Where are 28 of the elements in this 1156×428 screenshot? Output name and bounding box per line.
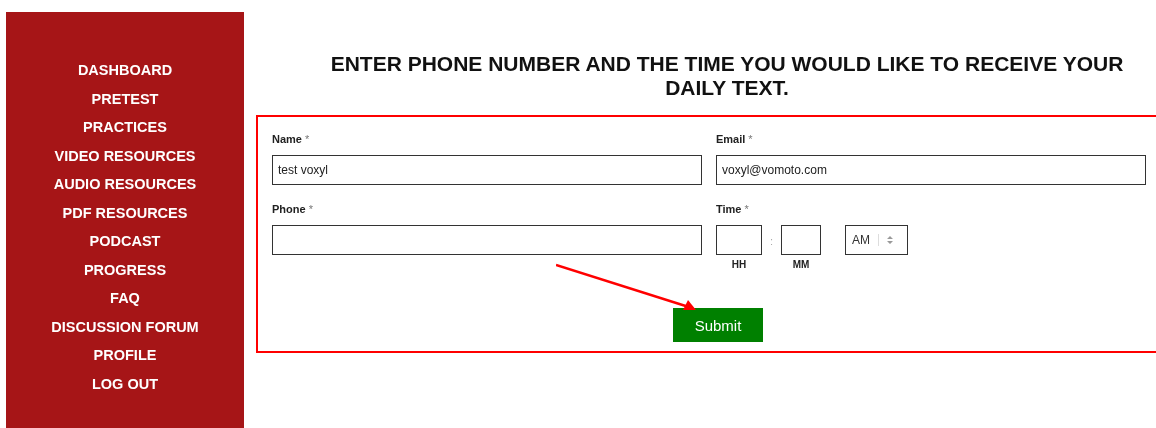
sidebar-link[interactable]: VIDEO RESOURCES: [54, 141, 196, 170]
stepper-icon: [878, 234, 896, 246]
field-label: Name *: [272, 133, 311, 147]
period-select[interactable]: AM: [845, 225, 909, 255]
name-field[interactable]: test voxyl: [272, 155, 702, 185]
sidebar-link[interactable]: DASHBOARD: [77, 56, 173, 85]
field-label: Time *: [716, 203, 750, 217]
sidebar-link[interactable]: PRETEST: [91, 84, 159, 113]
submit-button[interactable]: Submit: [673, 308, 763, 342]
sidebar-link[interactable]: PODCAST: [89, 227, 161, 256]
sidebar-link[interactable]: LOG OUT: [91, 369, 159, 398]
time-separator: :: [770, 235, 774, 247]
sidebar-link[interactable]: PROGRESS: [83, 255, 167, 284]
minute-label: MM: [792, 259, 810, 270]
hour-field[interactable]: [716, 225, 762, 255]
sidebar-link[interactable]: FAQ: [110, 284, 140, 313]
sidebar-link[interactable]: DISCUSSION FORUM: [51, 312, 199, 341]
field-label: Email *: [716, 133, 754, 147]
minute-field[interactable]: [781, 225, 822, 255]
sidebar-link[interactable]: PROFILE: [93, 341, 157, 370]
email-field[interactable]: voxyl@vomoto.com: [716, 155, 1146, 185]
sidebar-link[interactable]: PRACTICES: [83, 113, 167, 142]
phone-field[interactable]: [272, 225, 702, 255]
field-label: Phone *: [272, 203, 314, 217]
page-heading: ENTER PHONE NUMBER AND THE TIME YOU WOULD LIKE TO RECEIVE YOUR DAILY TEXT.: [329, 52, 1125, 100]
hour-label: HH: [731, 259, 747, 270]
sidebar-link[interactable]: AUDIO RESOURCES: [53, 170, 197, 199]
sidebar-link[interactable]: PDF RESOURCES: [62, 198, 188, 227]
